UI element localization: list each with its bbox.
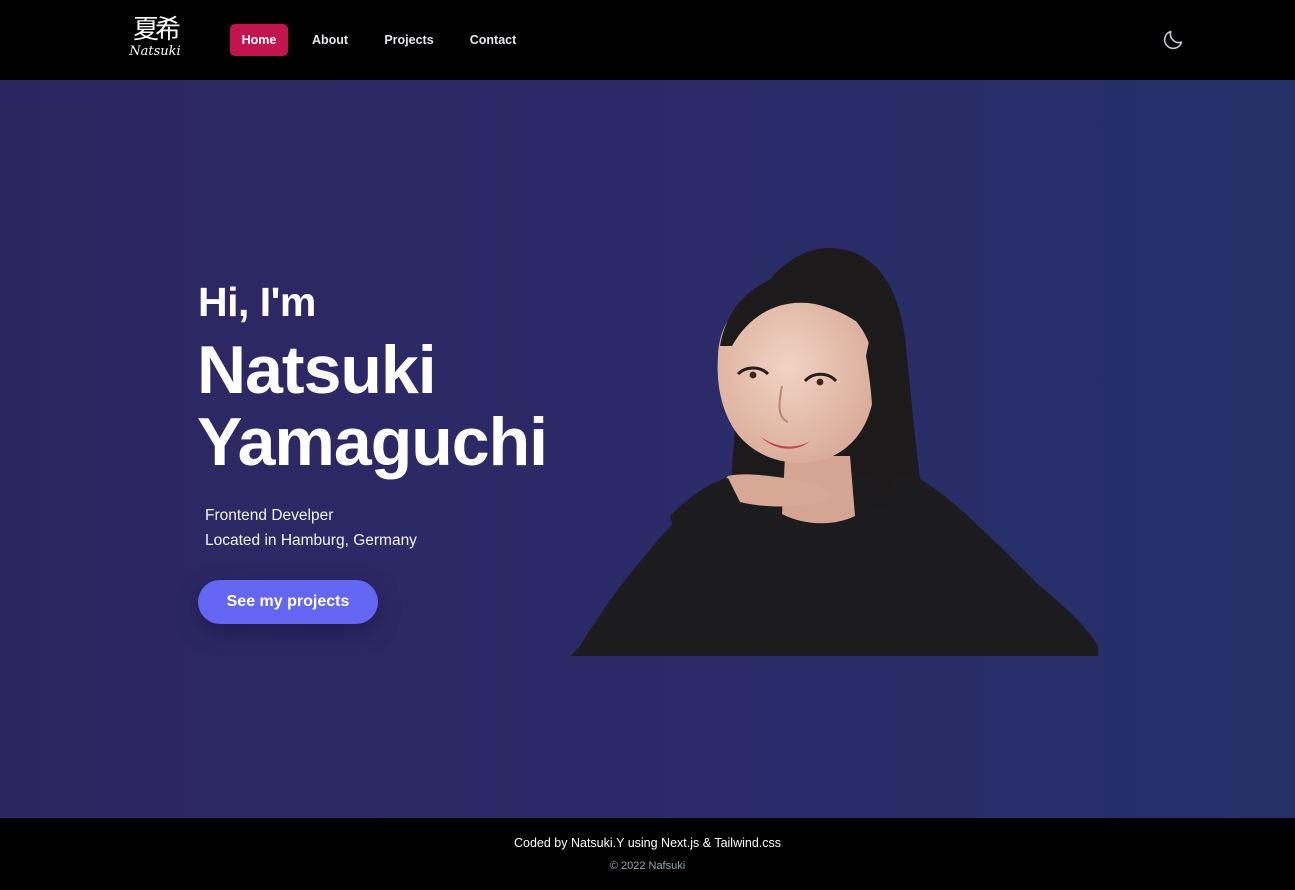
nav-link-about[interactable]: About — [306, 24, 354, 56]
hero-name: Natsuki Yamaguchi — [197, 334, 617, 478]
navbar: 夏希 Natsuki Home About Projects Contact — [0, 0, 1295, 80]
moon-icon — [1163, 30, 1183, 50]
nav-link-contact[interactable]: Contact — [463, 24, 523, 56]
logo-kanji: 夏希 — [132, 15, 181, 45]
hero-role: Frontend Develper — [205, 507, 334, 524]
logo-script: Natsuki — [129, 44, 181, 59]
profile-portrait — [570, 247, 1098, 656]
theme-toggle-button[interactable] — [1161, 28, 1185, 52]
hero-last-name: Yamaguchi — [197, 404, 548, 480]
site-footer: Coded by Natsuki.Y using Next.js & Tailw… — [0, 818, 1295, 890]
footer-copyright: © 2022 Nafsuki — [609, 860, 686, 872]
hero-location: Located in Hamburg, Germany — [205, 532, 417, 549]
hero-first-name: Natsuki — [197, 332, 437, 408]
see-projects-button[interactable]: See my projects — [198, 580, 378, 624]
site-logo[interactable]: 夏希 Natsuki — [127, 14, 183, 64]
nav-link-home[interactable]: Home — [230, 24, 288, 56]
footer-credit: Coded by Natsuki.Y using Next.js & Tailw… — [513, 836, 782, 850]
hero-section: Hi, I'm Natsuki Yamaguchi Frontend Devel… — [0, 80, 1295, 818]
hero-greeting: Hi, I'm — [198, 279, 316, 325]
nav-link-projects[interactable]: Projects — [378, 24, 440, 56]
